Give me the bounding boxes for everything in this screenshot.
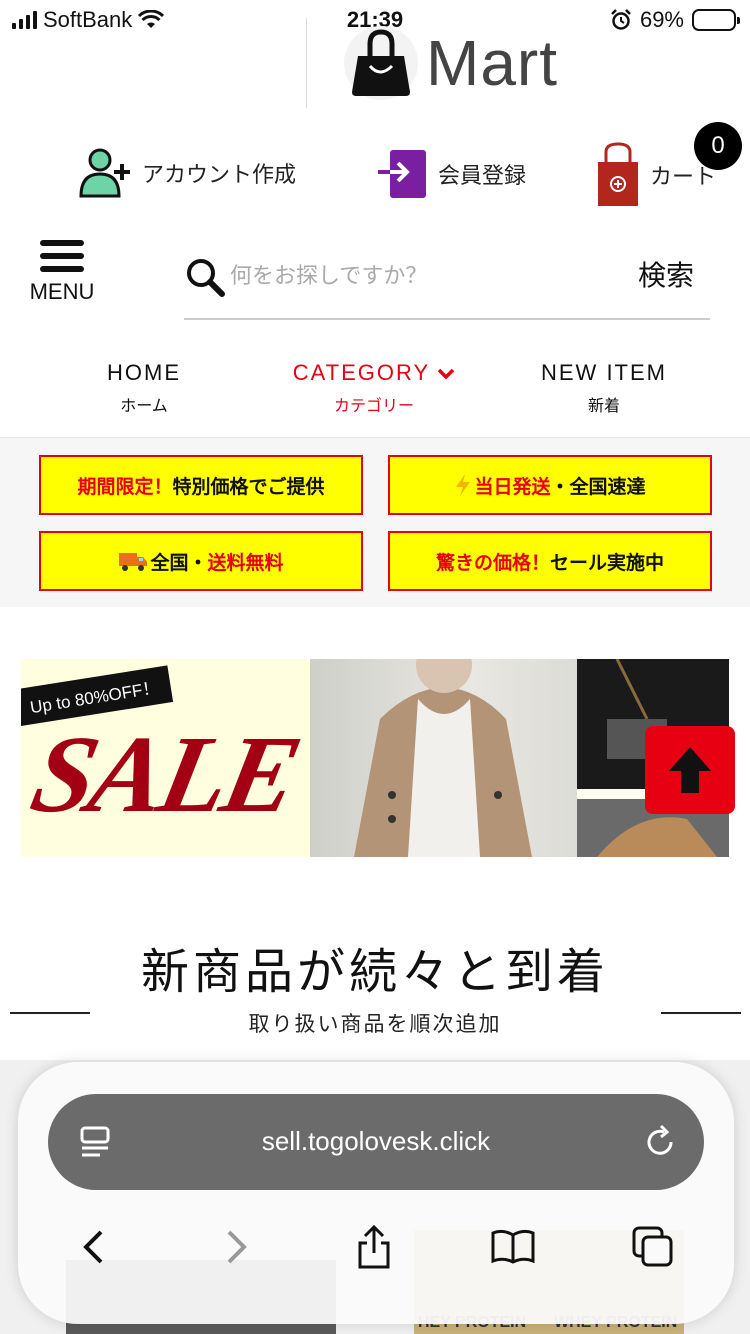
promo-limited-time[interactable]: 期間限定！ 特別価格でご提供 [39, 455, 363, 515]
battery-icon [692, 9, 740, 31]
nav-new-item-sub: 新着 [587, 396, 620, 415]
register-label: 会員登録 [438, 164, 527, 189]
promo-1-text: 特別価格でご提供 [172, 475, 325, 498]
create-account-label: アカウント作成 [142, 163, 297, 188]
register-link[interactable]: 会員登録 [376, 148, 526, 200]
share-icon [358, 1225, 390, 1269]
menu-label: MENU [29, 279, 95, 304]
promo-3-red: 送料無料 [207, 551, 284, 574]
nav-new-item-label: NEW ITEM [541, 360, 667, 385]
menu-button[interactable]: MENU [26, 240, 98, 316]
banner-sale-panel: Up to 80%OFF！ SALE [21, 659, 310, 857]
main-nav: HOME ホーム CATEGORY カテゴリー NEW ITEM 新着 [0, 360, 750, 424]
scroll-to-top-button[interactable] [645, 726, 735, 814]
nav-category[interactable]: CATEGORY カテゴリー [259, 360, 489, 416]
forward-button[interactable] [212, 1222, 262, 1272]
chevron-right-icon [227, 1230, 247, 1264]
arrow-up-icon [669, 747, 711, 793]
search-bar: 検索 [184, 244, 710, 320]
promo-1-red: 期間限定！ [77, 475, 173, 498]
nav-home[interactable]: HOME ホーム [29, 360, 259, 416]
promo-area: 期間限定！ 特別価格でご提供 当日発送 ・全国速達 全国・ 送料無料 驚きの価格… [0, 437, 750, 607]
nav-category-sub: カテゴリー [333, 396, 414, 415]
promo-same-day[interactable]: 当日発送 ・全国速達 [388, 455, 712, 515]
share-button[interactable] [349, 1222, 399, 1272]
search-button[interactable]: 検索 [638, 254, 694, 294]
promo-free-shipping[interactable]: 全国・ 送料無料 [39, 531, 363, 591]
promo-2-text: ・全国速達 [550, 475, 646, 498]
tabs-icon [632, 1226, 673, 1267]
promo-3-text: 全国・ [150, 551, 208, 574]
account-row: アカウント作成 会員登録 カート 0 [0, 122, 750, 212]
chevron-down-icon [438, 368, 455, 380]
delivery-truck-icon [119, 553, 148, 571]
status-right: 69% [610, 7, 740, 33]
section-subtitle: 取り扱い商品を順次追加 [248, 1012, 502, 1036]
lightning-icon [456, 474, 471, 496]
battery-percent: 69% [639, 7, 684, 32]
add-user-icon [79, 148, 130, 198]
tabs-button[interactable] [628, 1222, 678, 1272]
promo-2-red: 当日発送 [474, 475, 551, 498]
promo-sale[interactable]: 驚きの価格！ セール実施中 [388, 531, 712, 591]
address-bar[interactable]: sell.togolovesk.click [48, 1094, 704, 1190]
nav-new-item[interactable]: NEW ITEM 新着 [489, 360, 719, 416]
site-logo[interactable]: Mart [344, 26, 558, 100]
login-icon [378, 150, 426, 198]
cart-count-badge: 0 [694, 122, 742, 170]
shopping-bag-logo-icon [344, 26, 418, 100]
browser-toolbar: sell.togolovesk.click [18, 1062, 734, 1324]
sale-banner[interactable]: Up to 80%OFF！ SALE [21, 659, 729, 857]
promo-4-text: セール実施中 [550, 551, 665, 574]
hamburger-icon [26, 240, 98, 272]
back-button[interactable] [68, 1222, 118, 1272]
alarm-icon [611, 9, 631, 30]
book-icon [491, 1229, 535, 1264]
nav-home-sub: ホーム [120, 396, 168, 415]
nav-home-label: HOME [107, 360, 181, 385]
logo-text: Mart [426, 27, 558, 99]
chevron-left-icon [83, 1230, 103, 1264]
create-account-link[interactable]: アカウント作成 [78, 146, 296, 200]
bookmarks-button[interactable] [488, 1222, 538, 1272]
search-icon [187, 259, 225, 297]
banner-model-photo [310, 659, 577, 857]
nav-category-label: CATEGORY [292, 360, 431, 385]
url-text: sell.togolovesk.click [261, 1126, 491, 1156]
promo-4-red: 驚きの価格！ [435, 551, 550, 574]
search-input[interactable] [230, 258, 610, 294]
section-title: 新商品が続々と到着 [140, 944, 609, 1000]
reload-icon[interactable] [642, 1124, 678, 1160]
sale-headline: SALE [22, 713, 308, 835]
shopping-bag-icon [598, 142, 638, 206]
logo-divider [306, 18, 307, 108]
